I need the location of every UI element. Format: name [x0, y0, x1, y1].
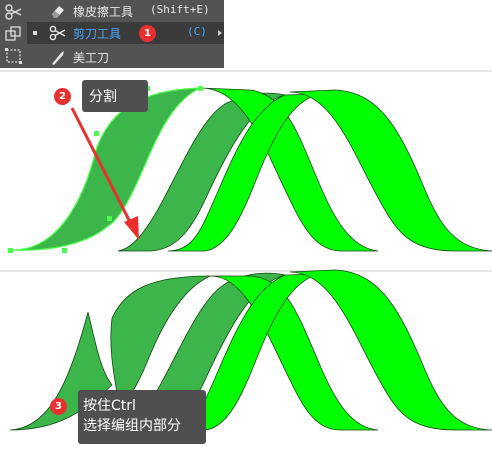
arrow-head	[124, 216, 139, 240]
anchor-point[interactable]	[198, 86, 203, 91]
artwork-canvas	[8, 86, 492, 431]
anchor-point[interactable]	[62, 248, 67, 253]
callout-text-line1: 按住Ctrl	[83, 398, 136, 414]
callout-ctrl-select: 按住Ctrl 选择编组内部分	[78, 390, 206, 444]
step-badge: 2	[54, 88, 71, 105]
anchor-point[interactable]	[94, 131, 99, 136]
ribbon-artwork-top	[8, 86, 492, 253]
anchor-point[interactable]	[8, 248, 13, 253]
anchor-point[interactable]	[107, 216, 112, 221]
callout-text: 分割	[89, 89, 117, 105]
step-badge: 3	[50, 398, 67, 415]
callout-split: 分割	[82, 80, 148, 112]
callout-text-line2: 选择编组内部分	[83, 418, 181, 434]
